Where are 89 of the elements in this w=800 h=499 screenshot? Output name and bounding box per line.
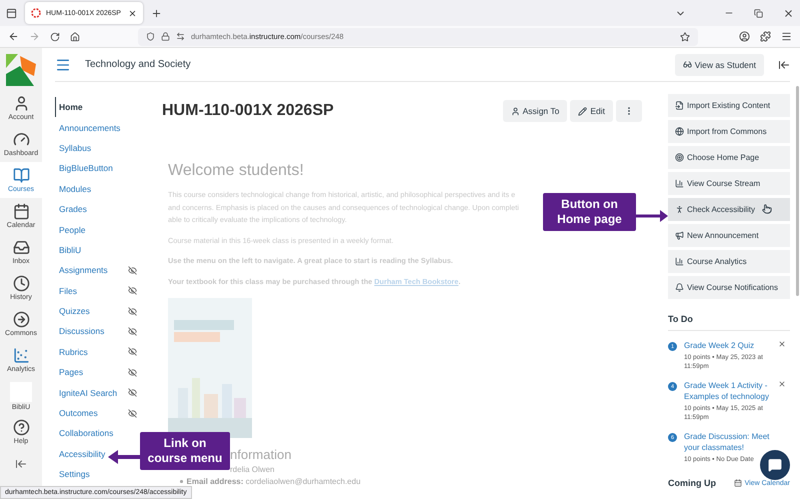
callout-label: Link on course menu xyxy=(140,432,230,470)
glasses-icon xyxy=(682,60,692,69)
sidebar-button[interactable]: View Course Notifications xyxy=(668,276,790,298)
tab-list-icon[interactable] xyxy=(6,8,17,18)
home-icon[interactable] xyxy=(70,32,80,42)
import-icon xyxy=(675,100,684,110)
pencil-icon xyxy=(578,106,588,116)
book-icon xyxy=(12,167,30,184)
sidebar-button[interactable]: Check Accessibility xyxy=(668,198,790,220)
course-nav-link[interactable]: Announcements xyxy=(55,117,120,138)
course-nav-link[interactable]: Accessibility xyxy=(55,444,106,464)
accessibility-icon xyxy=(675,204,684,214)
lock-icon xyxy=(161,32,170,41)
edit-button[interactable]: Edit xyxy=(570,100,613,122)
account-icon[interactable] xyxy=(739,31,750,42)
permissions-icon xyxy=(176,32,185,41)
collapse-icon[interactable] xyxy=(15,458,27,470)
course-nav-link[interactable]: Outcomes xyxy=(55,402,137,424)
todo-heading: To Do xyxy=(668,314,790,331)
course-nav-link[interactable]: Modules xyxy=(55,178,92,199)
bell-icon xyxy=(675,282,684,292)
view-as-student-button[interactable]: View as Student xyxy=(674,54,764,76)
sidebar-button[interactable]: New Announcement xyxy=(668,224,790,246)
section-heading: nformation xyxy=(230,447,292,462)
page-title: HUM-110-001X 2026SP xyxy=(162,102,334,120)
course-nav-link[interactable]: Assignments xyxy=(55,260,137,281)
course-nav-link[interactable]: Settings xyxy=(55,464,90,484)
chat-icon xyxy=(768,458,782,472)
close-icon xyxy=(778,380,786,388)
reload-icon[interactable] xyxy=(50,32,60,42)
sidebar-button[interactable]: Import from Commons xyxy=(668,120,790,142)
shield-icon xyxy=(146,32,155,41)
callout-arrow xyxy=(636,210,668,222)
sidebar-button[interactable]: View Course Stream xyxy=(668,172,790,194)
callout-label: Button on Home page xyxy=(543,193,636,231)
back-icon[interactable] xyxy=(8,31,19,42)
info-line: rdelia Olwen xyxy=(230,465,276,474)
clock-icon xyxy=(12,275,30,292)
course-nav-link[interactable]: BigBlueButton xyxy=(55,158,113,179)
close-icon xyxy=(778,340,786,348)
globe-icon xyxy=(675,126,684,136)
course-nav-link[interactable]: BibliU xyxy=(55,240,82,260)
todo-link[interactable]: Grade Week 1 Activity - Examples of technology xyxy=(684,380,778,402)
dashboard-icon xyxy=(12,131,30,148)
logo-icon[interactable] xyxy=(6,54,36,86)
todo-link[interactable]: Grade Week 2 Quiz xyxy=(684,340,778,351)
sidebar-button[interactable]: Choose Home Page xyxy=(668,146,790,168)
callout-arrow xyxy=(108,450,140,464)
course-nav-link[interactable]: Quizzes xyxy=(55,300,137,322)
todo-link[interactable]: Grade Discussion: Meet your classmates! xyxy=(684,431,778,453)
course-nav-link[interactable]: Pages xyxy=(55,362,137,382)
calendar-icon xyxy=(12,203,30,220)
chart-icon xyxy=(12,347,30,364)
assign-button[interactable]: Assign To xyxy=(502,100,568,122)
course-nav-link[interactable]: Discussions xyxy=(55,321,137,342)
course-title[interactable]: Technology and Society xyxy=(85,59,661,70)
close-icon[interactable] xyxy=(783,8,794,18)
person-icon xyxy=(510,106,520,116)
bookmark-icon[interactable] xyxy=(680,32,690,42)
course-nav-link[interactable]: IgniteAI Search xyxy=(55,382,137,403)
info-line: Email address: cordeliaolwen@durhamtech.edu xyxy=(186,477,361,486)
new-tab-icon[interactable] xyxy=(151,8,162,18)
hand-cursor-icon xyxy=(762,204,772,214)
sidebar-button[interactable]: Import Existing Content xyxy=(668,94,790,116)
coming-up-heading: Coming Up xyxy=(668,478,716,488)
course-nav-link[interactable]: People xyxy=(55,219,86,240)
chart-icon xyxy=(675,256,684,266)
menu-icon[interactable] xyxy=(781,31,792,42)
inbox-icon xyxy=(12,239,30,256)
restore-icon[interactable] xyxy=(754,8,763,18)
course-nav-link[interactable]: Collaborations xyxy=(55,423,114,444)
course-nav-link[interactable]: Syllabus xyxy=(55,138,92,158)
chart-icon xyxy=(675,178,684,188)
extensions-icon[interactable] xyxy=(760,31,771,42)
course-nav-link[interactable]: Home xyxy=(55,97,83,118)
sidebar-button[interactable]: Course Analytics xyxy=(668,250,790,272)
course-nav-link[interactable]: Files xyxy=(55,280,137,301)
calendar-icon xyxy=(734,479,742,487)
chat-button[interactable] xyxy=(760,450,790,480)
spinner-icon xyxy=(31,8,41,18)
course-nav-link[interactable]: Rubrics xyxy=(55,342,137,362)
welcome-heading: Welcome students! xyxy=(168,162,305,180)
menu-icon[interactable] xyxy=(55,56,71,72)
megaphone-icon xyxy=(675,230,684,240)
target-icon xyxy=(675,152,684,162)
close-icon[interactable] xyxy=(128,8,137,18)
help-icon xyxy=(12,419,30,436)
collapse-icon[interactable] xyxy=(778,58,790,70)
course-nav-link[interactable]: Grades xyxy=(55,198,87,220)
